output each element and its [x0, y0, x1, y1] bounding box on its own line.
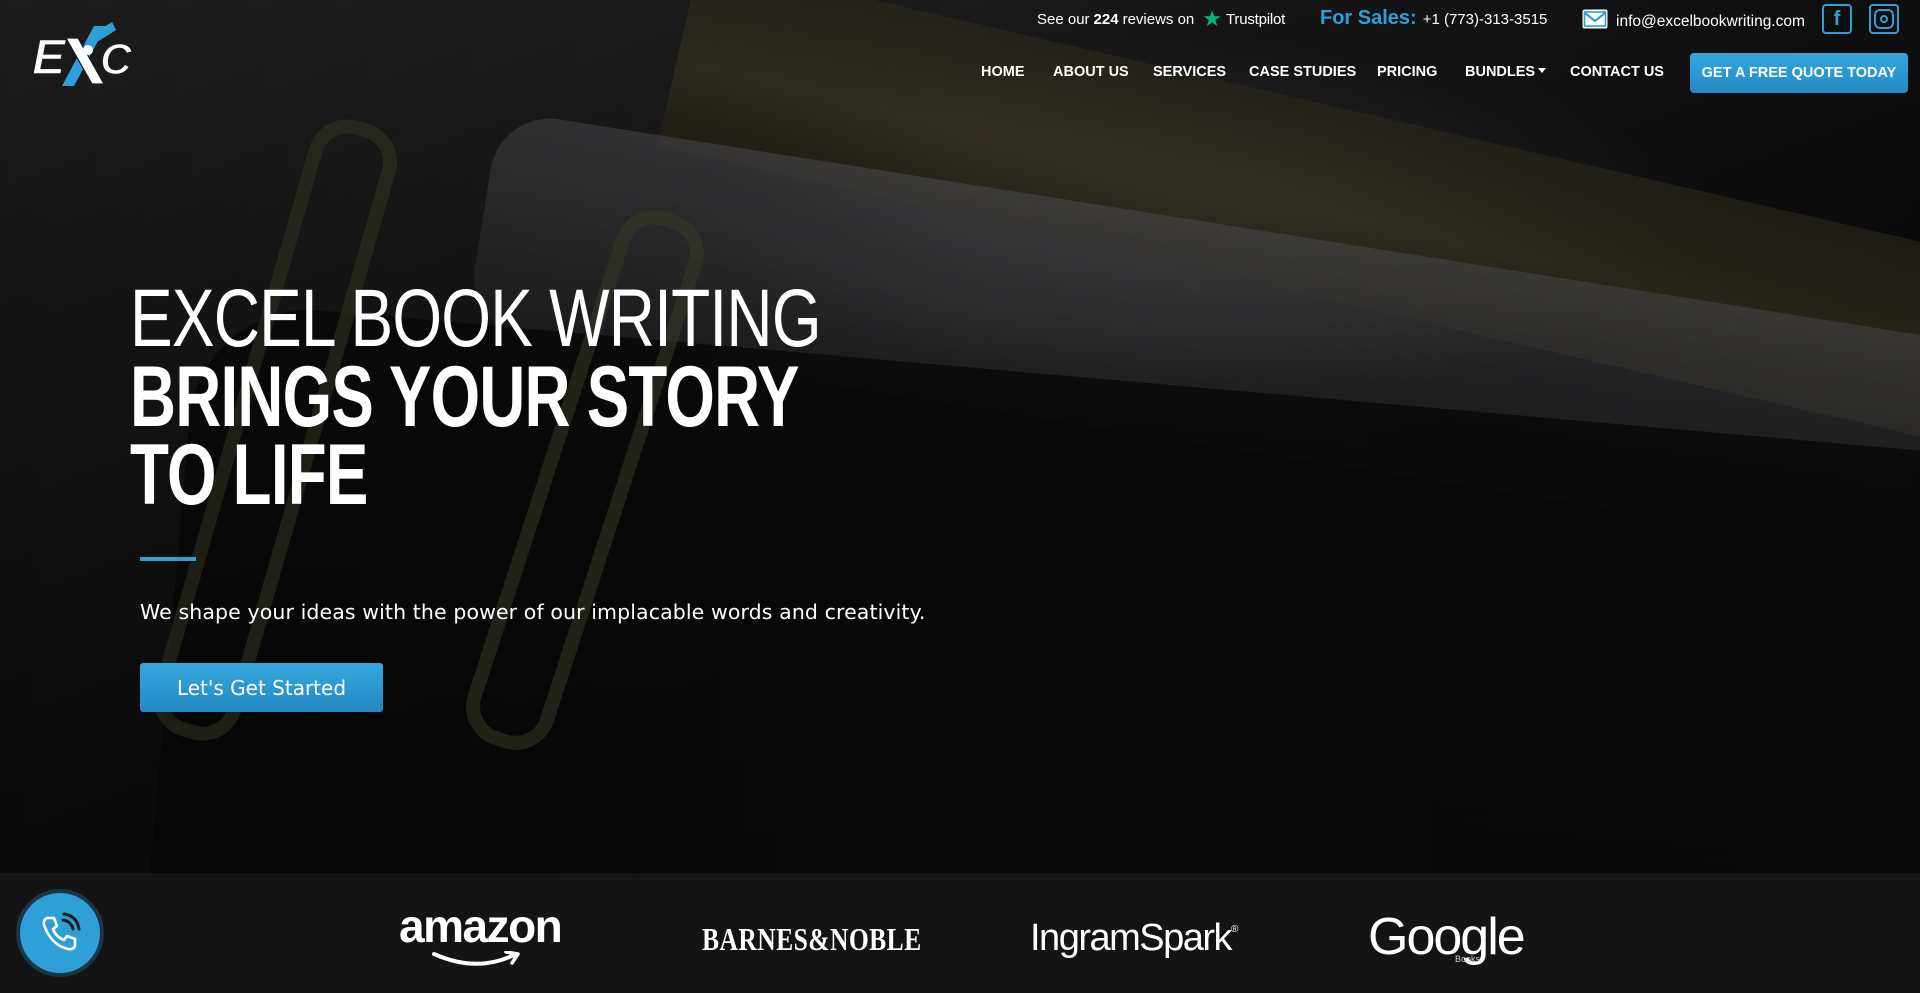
hero-subtitle: We shape your ideas with the power of ou…	[140, 600, 926, 624]
instagram-link[interactable]	[1869, 4, 1899, 34]
nav-contact-us[interactable]: CONTACT US	[1570, 64, 1664, 80]
trustpilot-star-icon: ★	[1202, 6, 1223, 31]
accent-divider	[140, 557, 196, 561]
site-logo[interactable]: E C	[31, 16, 134, 88]
email-link[interactable]: info@excelbookwriting.com	[1582, 9, 1805, 34]
logo-icon: E C	[31, 22, 134, 86]
phone-call-icon	[42, 912, 81, 951]
trustpilot-suffix: reviews on	[1122, 10, 1195, 28]
hero-title: EXCEL BOOK WRITING BRINGS YOUR STORY TO …	[130, 273, 1034, 523]
ingramspark-logo: IngramSpark®	[1030, 917, 1238, 960]
call-button[interactable]	[20, 893, 100, 973]
sales-label: For Sales:	[1320, 7, 1417, 29]
nav-bundles-dropdown[interactable]: BUNDLES	[1465, 64, 1547, 80]
get-free-quote-button[interactable]: GET A FREE QUOTE TODAY	[1690, 53, 1908, 93]
hero-title-line2: BRINGS YOUR STORY	[130, 349, 799, 445]
facebook-icon: f	[1833, 7, 1841, 30]
trustpilot-prefix: See our	[1037, 10, 1090, 28]
caret-down-icon	[1538, 68, 1547, 73]
hero-title-line3: TO LIFE	[130, 427, 368, 523]
partner-logos-bar: amazon BARNES&NOBLE IngramSpark® Google …	[0, 873, 1920, 993]
nav-bundles-label: BUNDLES	[1465, 64, 1536, 80]
review-count: 224	[1093, 10, 1119, 28]
sales-contact[interactable]: For Sales: +1 (773)-313-3515	[1320, 7, 1547, 30]
nav-services[interactable]: SERVICES	[1153, 64, 1226, 80]
facebook-link[interactable]: f	[1822, 4, 1852, 34]
google-books-logo: Google	[1368, 908, 1526, 966]
email-address: info@excelbookwriting.com	[1616, 12, 1805, 30]
svg-text:C: C	[100, 35, 132, 84]
hero-title-line1: EXCEL BOOK WRITING	[130, 273, 822, 364]
amazon-logo: amazon	[399, 900, 563, 952]
barnes-noble-logo: BARNES&NOBLE	[702, 921, 922, 957]
google-books-sublabel: Books	[1455, 954, 1481, 964]
svg-text:E: E	[32, 29, 67, 85]
nav-about-us[interactable]: ABOUT US	[1053, 64, 1129, 80]
nav-case-studies[interactable]: CASE STUDIES	[1249, 64, 1356, 80]
nav-pricing[interactable]: PRICING	[1377, 64, 1437, 80]
lets-get-started-button[interactable]: Let's Get Started	[140, 663, 383, 712]
instagram-icon	[1874, 9, 1894, 29]
sales-phone[interactable]: +1 (773)-313-3515	[1423, 11, 1548, 28]
trustpilot-brand: Trustpilot	[1226, 10, 1286, 28]
trademark-icon: ®	[1231, 924, 1238, 935]
nav-home[interactable]: HOME	[981, 64, 1025, 80]
ingramspark-text: IngramSpark	[1030, 917, 1233, 959]
mail-icon	[1582, 9, 1608, 34]
trustpilot-review-link[interactable]: See our 224 reviews on ★ Trustpilot	[1037, 6, 1286, 31]
amazon-smile-icon	[432, 951, 520, 966]
